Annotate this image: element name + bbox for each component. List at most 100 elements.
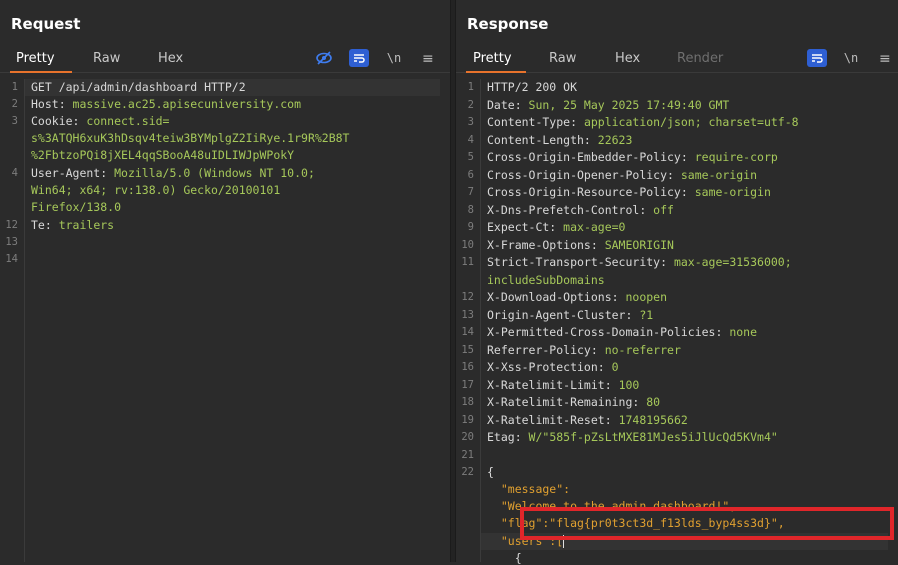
response-header: X-Download-Options: noopen (487, 290, 667, 304)
menu-icon[interactable]: ≡ (422, 51, 434, 67)
hide-nonprintable-icon[interactable] (314, 49, 334, 67)
response-status-line: HTTP/2 200 OK (487, 80, 578, 94)
response-header: Origin-Agent-Cluster: ?1 (487, 308, 653, 322)
header-name: Host: (31, 97, 73, 111)
request-tab-raw[interactable]: Raw (93, 51, 120, 66)
header-name: X-Dns-Prefetch-Control: (487, 203, 654, 217)
response-editor[interactable]: 1 2 3 4 5 6 7 8 9 10 11 12 13 14 15 16 1… (456, 79, 898, 565)
response-tab-pretty[interactable]: Pretty (473, 51, 512, 66)
menu-icon[interactable]: ≡ (879, 51, 891, 67)
request-line: Host: massive.ac25.apisecuniversity.com (31, 97, 301, 111)
line-number: 3 (467, 116, 474, 128)
header-name: Expect-Ct: (487, 220, 564, 234)
header-value: trailers (58, 218, 115, 232)
header-name: Strict-Transport-Security: (487, 255, 674, 269)
header-value: Sun, 25 May 2025 17:49:40 GMT (528, 98, 730, 112)
response-tab-raw[interactable]: Raw (549, 51, 576, 66)
json-object-open: { (487, 551, 522, 565)
wrap-lines-icon[interactable] (349, 49, 369, 67)
request-line-wrap: Firefox/138.0 (31, 200, 122, 214)
response-title: Response (467, 15, 549, 33)
response-header: Date: Sun, 25 May 2025 17:49:40 GMT (487, 98, 729, 112)
line-number: 3 (11, 115, 18, 127)
header-value: W/"585f-pZsLtMXE81MJes5iJlUcQd5KVm4" (528, 430, 778, 444)
request-gutter: 1 2 3 4 12 13 14 (0, 79, 25, 562)
header-name: X-Permitted-Cross-Domain-Policies: (487, 325, 730, 339)
header-name: Content-Length: (487, 133, 598, 147)
newline-toggle-button[interactable]: \n (384, 49, 404, 67)
header-value: none (729, 325, 758, 339)
line-number: 9 (467, 221, 474, 233)
response-header: X-Permitted-Cross-Domain-Policies: none (487, 325, 757, 339)
request-tab-pretty[interactable]: Pretty (16, 51, 55, 66)
request-tab-hex[interactable]: Hex (158, 51, 183, 66)
header-value: 22623 (597, 133, 633, 147)
request-line: Te: trailers (31, 218, 114, 232)
response-header: Cross-Origin-Opener-Policy: same-origin (487, 168, 757, 182)
header-value: same-origin (680, 168, 758, 182)
header-name: Date: (487, 98, 529, 112)
request-tab-underline (10, 71, 72, 73)
request-line-wrap: %2FbtzoPQi8jXEL4qqSBooA48uIDLIWJpWPokY (31, 148, 295, 162)
line-number: 13 (5, 236, 18, 248)
line-number: 6 (467, 169, 474, 181)
header-value: 80 (646, 395, 661, 409)
header-name: X-Download-Options: (487, 290, 626, 304)
response-tab-hex[interactable]: Hex (615, 51, 640, 66)
request-editor[interactable]: 1 2 3 4 12 13 14 GET /api/admin/dashboar… (0, 79, 450, 562)
response-header: Cross-Origin-Embedder-Policy: require-co… (487, 150, 778, 164)
line-number: 21 (461, 449, 474, 461)
header-value: require-corp (694, 150, 778, 164)
response-header: X-Ratelimit-Reset: 1748195662 (487, 413, 688, 427)
request-tabs: Pretty Raw Hex \n ≡ (0, 46, 450, 73)
header-value: 1748195662 (618, 413, 688, 427)
line-number: 7 (467, 186, 474, 198)
flag-highlight-box (520, 507, 894, 540)
line-number: 10 (461, 239, 474, 251)
response-header: X-Xss-Protection: 0 (487, 360, 619, 374)
header-value: noopen (625, 290, 668, 304)
response-header-wrap: includeSubDomains (487, 273, 605, 287)
header-name: Etag: (487, 430, 529, 444)
response-gutter: 1 2 3 4 5 6 7 8 9 10 11 12 13 14 15 16 1… (456, 79, 481, 562)
response-header: Expect-Ct: max-age=0 (487, 220, 625, 234)
request-line: GET /api/admin/dashboard HTTP/2 (31, 80, 246, 94)
response-header: X-Ratelimit-Limit: 100 (487, 378, 639, 392)
header-value: same-origin (694, 185, 771, 199)
header-value: no-referrer (604, 343, 681, 357)
line-number: 19 (461, 414, 474, 426)
header-value: application/json; charset=utf-8 (583, 115, 799, 129)
line-number: 2 (11, 98, 18, 110)
header-value: Mozilla/5.0 (Windows NT 10.0; (114, 166, 315, 180)
header-value: connect.sid= (86, 114, 170, 128)
header-value: 100 (618, 378, 640, 392)
response-header: Strict-Transport-Security: max-age=31536… (487, 255, 792, 269)
request-line: User-Agent: Mozilla/5.0 (Windows NT 10.0… (31, 166, 315, 180)
response-header: Referrer-Policy: no-referrer (487, 343, 681, 357)
line-number: 20 (461, 431, 474, 443)
header-value: max-age=0 (563, 220, 626, 234)
header-value: massive.ac25.apisecuniversity.com (72, 97, 302, 111)
response-tab-underline (466, 71, 526, 73)
wrap-lines-icon[interactable] (807, 49, 827, 67)
header-value: max-age=31536000; (673, 255, 792, 269)
request-title: Request (11, 15, 81, 33)
line-number: 17 (461, 379, 474, 391)
line-number: 11 (461, 256, 474, 268)
response-header: Content-Type: application/json; charset=… (487, 115, 799, 129)
header-value: SAMEORIGIN (604, 238, 674, 252)
response-tab-render[interactable]: Render (677, 51, 723, 66)
header-name: Cross-Origin-Opener-Policy: (487, 168, 681, 182)
header-name: Origin-Agent-Cluster: (487, 308, 640, 322)
line-number: 22 (461, 466, 474, 478)
newline-toggle-button[interactable]: \n (841, 49, 861, 67)
request-line: Cookie: connect.sid= (31, 114, 169, 128)
response-pane: Response Pretty Raw Hex Render \n ≡ 1 2 … (456, 0, 898, 565)
line-number: 15 (461, 344, 474, 356)
header-value: off (653, 203, 674, 217)
line-number: 4 (467, 134, 474, 146)
request-line-wrap: s%3ATQH6xuK3hDsqv4teiw3BYMplgZ2IiRye.1r9… (31, 131, 350, 145)
header-value: 0 (611, 360, 619, 374)
line-number: 14 (5, 253, 18, 265)
response-header: X-Frame-Options: SAMEORIGIN (487, 238, 674, 252)
